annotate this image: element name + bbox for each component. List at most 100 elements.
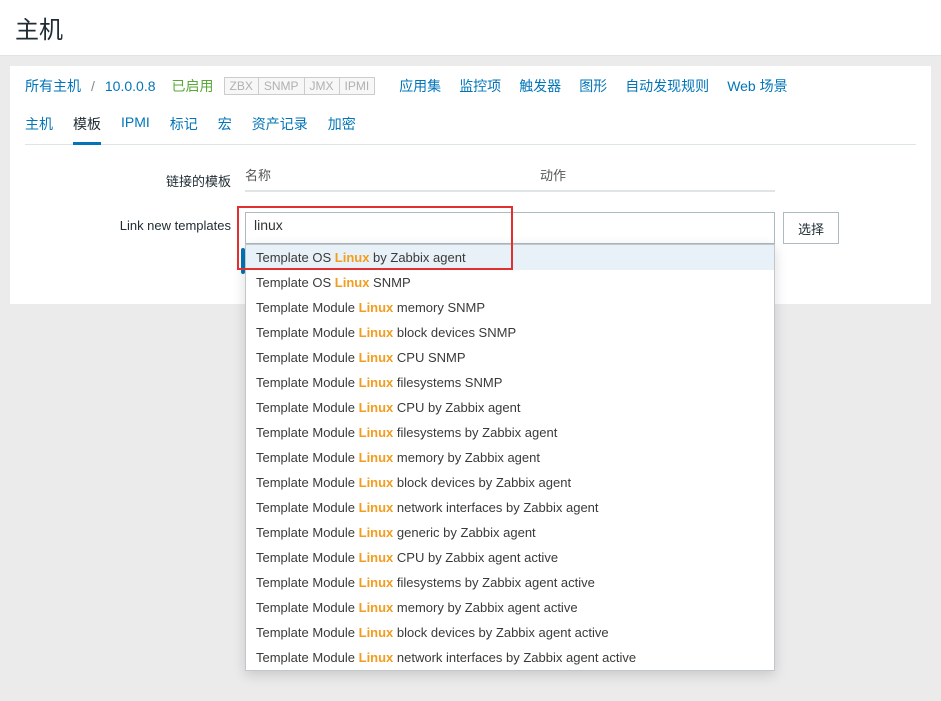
interface-badges: ZBX SNMP JMX IPMI <box>224 77 376 95</box>
template-dropdown[interactable]: Template OS Linux by Zabbix agentTemplat… <box>245 244 775 671</box>
link-web[interactable]: Web 场景 <box>727 76 787 96</box>
dropdown-item-pre: Template Module <box>256 325 359 340</box>
tab-tags[interactable]: 标记 <box>170 108 198 144</box>
dropdown-item-highlight: Linux <box>359 350 394 365</box>
tab-templates[interactable]: 模板 <box>73 108 101 145</box>
dropdown-item[interactable]: Template Module Linux CPU by Zabbix agen… <box>246 395 774 420</box>
badge-snmp: SNMP <box>259 77 305 95</box>
dropdown-item[interactable]: Template Module Linux memory by Zabbix a… <box>246 445 774 470</box>
select-button[interactable]: 选择 <box>783 212 839 244</box>
linked-templates-table-head: 名称 动作 <box>245 165 775 192</box>
dropdown-item[interactable]: Template OS Linux SNMP <box>246 270 774 295</box>
tab-encryption[interactable]: 加密 <box>328 108 356 144</box>
linked-templates-row: 链接的模板 名称 动作 <box>25 165 916 192</box>
dropdown-item[interactable]: Template Module Linux network interfaces… <box>246 645 774 670</box>
dropdown-item-pre: Template OS <box>256 275 335 290</box>
dropdown-item-highlight: Linux <box>359 475 394 490</box>
breadcrumb-host[interactable]: 10.0.0.8 <box>105 78 156 94</box>
dropdown-item-pre: Template Module <box>256 550 359 565</box>
dropdown-item-highlight: Linux <box>335 250 370 265</box>
dropdown-item-pre: Template Module <box>256 500 359 515</box>
tab-inventory[interactable]: 资产记录 <box>252 108 308 144</box>
dropdown-item[interactable]: Template Module Linux CPU by Zabbix agen… <box>246 545 774 570</box>
breadcrumb-row: 所有主机 / 10.0.0.8 已启用 ZBX SNMP JMX IPMI 应用… <box>25 76 916 108</box>
dropdown-item-pre: Template OS <box>256 250 335 265</box>
dropdown-item-pre: Template Module <box>256 350 359 365</box>
link-items[interactable]: 监控项 <box>459 76 501 96</box>
dropdown-item-post: network interfaces by Zabbix agent <box>393 500 598 515</box>
breadcrumb-all-hosts[interactable]: 所有主机 <box>25 76 81 96</box>
template-search-input[interactable] <box>254 217 766 233</box>
dropdown-item-post: SNMP <box>369 275 410 290</box>
dropdown-item-post: memory by Zabbix agent active <box>393 600 577 615</box>
dropdown-item-pre: Template Module <box>256 375 359 390</box>
dropdown-item[interactable]: Template Module Linux filesystems by Zab… <box>246 570 774 595</box>
dropdown-item-pre: Template Module <box>256 600 359 615</box>
tab-ipmi[interactable]: IPMI <box>121 108 150 144</box>
dropdown-item-highlight: Linux <box>359 600 394 615</box>
tab-row: 主机 模板 IPMI 标记 宏 资产记录 加密 <box>25 108 916 145</box>
dropdown-item[interactable]: Template Module Linux CPU SNMP <box>246 345 774 370</box>
dropdown-item-post: filesystems by Zabbix agent active <box>393 575 595 590</box>
dropdown-item-highlight: Linux <box>359 375 394 390</box>
dropdown-item-post: CPU by Zabbix agent <box>393 400 520 415</box>
page-title: 主机 <box>15 10 926 45</box>
dropdown-item-post: network interfaces by Zabbix agent activ… <box>393 650 636 665</box>
dropdown-item[interactable]: Template Module Linux generic by Zabbix … <box>246 520 774 545</box>
badge-jmx: JMX <box>305 77 340 95</box>
badge-ipmi: IPMI <box>340 77 376 95</box>
dropdown-item[interactable]: Template Module Linux network interfaces… <box>246 495 774 520</box>
dropdown-item-pre: Template Module <box>256 425 359 440</box>
badge-zbx: ZBX <box>224 77 259 95</box>
tab-macros[interactable]: 宏 <box>218 108 232 144</box>
dropdown-item-pre: Template Module <box>256 475 359 490</box>
dropdown-item[interactable]: Template Module Linux block devices SNMP <box>246 320 774 345</box>
dropdown-item-post: filesystems SNMP <box>393 375 502 390</box>
dropdown-item-highlight: Linux <box>359 550 394 565</box>
dropdown-item-pre: Template Module <box>256 575 359 590</box>
dropdown-item[interactable]: Template Module Linux block devices by Z… <box>246 620 774 645</box>
dropdown-item-highlight: Linux <box>359 500 394 515</box>
dropdown-item-post: generic by Zabbix agent <box>393 525 535 540</box>
dropdown-item-pre: Template Module <box>256 300 359 315</box>
dropdown-item[interactable]: Template Module Linux filesystems by Zab… <box>246 420 774 445</box>
dropdown-item-post: by Zabbix agent <box>369 250 465 265</box>
template-multiselect[interactable] <box>245 212 775 244</box>
dropdown-item[interactable]: Template Module Linux block devices by Z… <box>246 470 774 495</box>
dropdown-item-post: block devices SNMP <box>393 325 516 340</box>
col-name: 名称 <box>245 165 540 184</box>
link-applications[interactable]: 应用集 <box>399 76 441 96</box>
breadcrumb-separator: / <box>91 78 95 94</box>
tab-host[interactable]: 主机 <box>25 108 53 144</box>
dropdown-item-highlight: Linux <box>359 325 394 340</box>
link-triggers[interactable]: 触发器 <box>519 76 561 96</box>
dropdown-item[interactable]: Template Module Linux memory by Zabbix a… <box>246 595 774 620</box>
multiselect-wrap: Template OS Linux by Zabbix agentTemplat… <box>245 212 775 244</box>
dropdown-item-pre: Template Module <box>256 400 359 415</box>
linked-templates-label: 链接的模板 <box>25 165 245 190</box>
dropdown-item-pre: Template Module <box>256 650 359 665</box>
dropdown-item-highlight: Linux <box>359 625 394 640</box>
dropdown-item-highlight: Linux <box>359 300 394 315</box>
dropdown-item-pre: Template Module <box>256 625 359 640</box>
dropdown-item-highlight: Linux <box>359 650 394 665</box>
page-header: 主机 <box>0 0 941 56</box>
dropdown-item-highlight: Linux <box>359 425 394 440</box>
status-enabled: 已启用 <box>172 76 214 96</box>
link-discovery[interactable]: 自动发现规则 <box>625 76 709 96</box>
dropdown-item[interactable]: Template Module Linux filesystems SNMP <box>246 370 774 395</box>
dropdown-item-highlight: Linux <box>359 400 394 415</box>
dropdown-item[interactable]: Template OS Linux by Zabbix agent <box>246 245 774 270</box>
content-panel: 所有主机 / 10.0.0.8 已启用 ZBX SNMP JMX IPMI 应用… <box>10 66 931 304</box>
col-action: 动作 <box>540 165 566 184</box>
link-new-templates-label: Link new templates <box>25 212 245 233</box>
link-new-templates-row: Link new templates Template OS Linux by … <box>25 212 916 244</box>
dropdown-item-highlight: Linux <box>359 525 394 540</box>
dropdown-item-post: memory by Zabbix agent <box>393 450 540 465</box>
dropdown-item-post: block devices by Zabbix agent active <box>393 625 608 640</box>
link-graphs[interactable]: 图形 <box>579 76 607 96</box>
dropdown-item-highlight: Linux <box>335 275 370 290</box>
dropdown-item[interactable]: Template Module Linux memory SNMP <box>246 295 774 320</box>
dropdown-item-pre: Template Module <box>256 525 359 540</box>
dropdown-item-post: block devices by Zabbix agent <box>393 475 571 490</box>
